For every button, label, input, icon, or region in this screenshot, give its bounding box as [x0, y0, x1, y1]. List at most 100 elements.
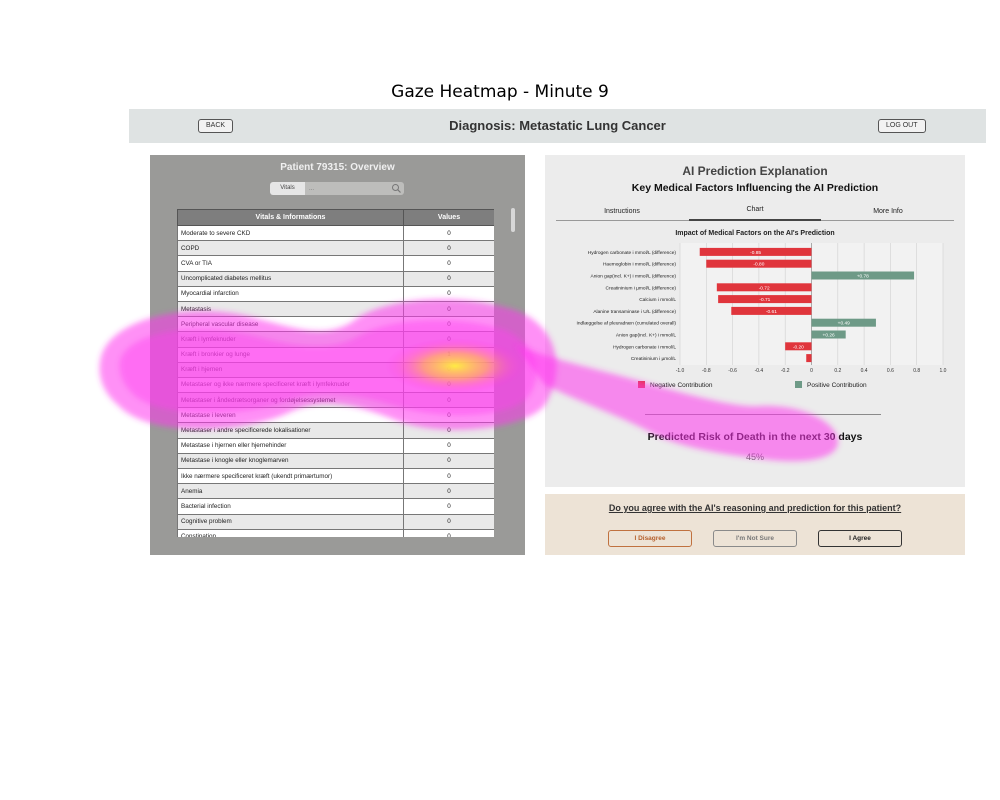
table-row: Uncomplicated diabetes mellitus 0 — [177, 270, 494, 287]
x-tick-label: -0.2 — [781, 368, 790, 374]
not-sure-button[interactable]: I'm Not Sure — [713, 530, 797, 547]
vital-value-cell: 1 — [403, 346, 494, 363]
table-row: Metastaser i andre specificerede lokalis… — [177, 422, 494, 439]
x-tick-label: 0.8 — [913, 368, 920, 374]
legend-swatch-negative — [638, 381, 645, 388]
category-label: Hydrogen carbonate i mmol/L — [613, 344, 676, 350]
ai-panel-subtitle: Key Medical Factors Influencing the AI P… — [631, 182, 879, 194]
data-label: -0.80 — [753, 262, 764, 268]
data-label: -0.61 — [766, 309, 777, 315]
x-tick-label: -1.0 — [676, 368, 685, 374]
category-label: Creatininium i µmol/L (difference) — [606, 285, 677, 291]
feedback-panel: Do you agree with the AI's reasoning and… — [545, 494, 965, 555]
vital-name-cell: Moderate to severe CKD — [177, 224, 404, 242]
vital-value-cell: 0 — [403, 422, 494, 439]
vital-name-cell: Cognitive problem — [177, 513, 404, 530]
x-tick-label: 0.6 — [887, 368, 894, 374]
category-label: Anion gap(incl. K+) i mmol/L (difference… — [591, 274, 677, 280]
vital-value-cell: 0 — [403, 528, 494, 537]
table-row: Metastase i hjernen eller hjernehinder 0 — [177, 437, 494, 454]
vital-name-cell: Metastaser i åndedrætsorganer og fordøje… — [177, 392, 404, 409]
vital-name-cell: Uncomplicated diabetes mellitus — [177, 270, 404, 287]
vital-name-cell: Kræft i bronkier og lunge — [177, 346, 404, 363]
chart-title: Impact of Medical Factors on the AI's Pr… — [675, 230, 834, 237]
table-row: Kræft i hjernen 0 — [177, 361, 494, 378]
table-row: Ikke nærmere specificeret kræft (ukendt … — [177, 467, 494, 485]
category-label: Creatininium i µmol/L — [631, 356, 676, 362]
vital-name-cell: Metastaser og ikke nærmere specificeret … — [177, 376, 404, 394]
vital-name-cell: Ikke nærmere specificeret kræft (ukendt … — [177, 467, 404, 485]
vital-value-cell: 0 — [403, 285, 494, 302]
column-header-values[interactable]: Values — [403, 209, 494, 226]
vital-name-cell: Peripheral vascular disease — [177, 316, 404, 333]
agree-button[interactable]: I Agree — [818, 530, 902, 547]
vital-value-cell: 0 — [403, 240, 494, 257]
vitals-table: Vitals & Informations Values Moderate to… — [177, 209, 494, 537]
header-bar: BACK Diagnosis: Metastatic Lung Cancer L… — [129, 109, 986, 143]
tab-chart[interactable]: Chart — [689, 206, 821, 221]
legend-swatch-positive — [795, 381, 802, 388]
column-header-vitals[interactable]: Vitals & Informations — [177, 209, 404, 226]
vital-name-cell: Myocardial infarction — [177, 285, 404, 302]
vital-value-cell: 0 — [403, 224, 494, 242]
vital-value-cell: 0 — [403, 498, 494, 515]
table-row: COPD 0 — [177, 240, 494, 257]
table-row: Myocardial infarction 0 — [177, 285, 494, 302]
vital-value-cell: 0 — [403, 255, 494, 272]
patient-overview-panel: Patient 79315: Overview Vitals Vitals & … — [150, 155, 525, 555]
table-row: Constipation 0 — [177, 528, 494, 537]
vital-value-cell: 0 — [403, 467, 494, 485]
category-label: Indlæggelse af pleuradræn (cumulated ove… — [577, 321, 677, 327]
search-icon[interactable] — [391, 183, 402, 194]
tab-more-info[interactable]: More Info — [822, 208, 954, 223]
vital-value-cell: 0 — [403, 437, 494, 454]
x-tick-label: 0.4 — [861, 368, 868, 374]
vital-name-cell: Anemia — [177, 483, 404, 500]
page-title: Diagnosis: Metastatic Lung Cancer — [449, 118, 666, 133]
logout-button[interactable]: LOG OUT — [878, 119, 926, 133]
vital-value-cell: 0 — [403, 452, 494, 470]
table-row: Bacterial infection 0 — [177, 498, 494, 515]
vital-value-cell: 0 — [403, 392, 494, 409]
data-label: +0.49 — [838, 321, 850, 327]
x-tick-label: 1.0 — [940, 368, 947, 374]
table-row: Cognitive problem 0 — [177, 513, 494, 530]
table-scrollbar[interactable] — [511, 208, 515, 232]
table-row: CVA or TIA 0 — [177, 255, 494, 272]
vitals-table-container: Vitals & Informations Values Moderate to… — [177, 209, 494, 537]
data-label: -0.72 — [759, 285, 770, 291]
disagree-button[interactable]: I Disagree — [608, 530, 692, 547]
search-category-tab[interactable]: Vitals — [270, 182, 305, 195]
vital-value-cell: 0 — [403, 376, 494, 394]
vital-name-cell: Constipation — [177, 528, 404, 537]
data-label: +0.26 — [823, 333, 835, 339]
vital-name-cell: Metastase i hjernen eller hjernehinder — [177, 437, 404, 454]
vital-value-cell: 0 — [403, 300, 494, 318]
vital-value-cell: 0 — [403, 270, 494, 287]
data-label: -0.20 — [793, 344, 804, 350]
category-label: Hydrogen carbonate i mmol/L (difference) — [588, 250, 677, 256]
patient-title: Patient 79315: Overview — [280, 162, 395, 173]
data-label: -0.85 — [750, 250, 761, 256]
table-row: Metastaser og ikke nærmere specificeret … — [177, 376, 494, 394]
x-tick-label: -0.8 — [702, 368, 711, 374]
vital-name-cell: Metastaser i andre specificerede lokalis… — [177, 422, 404, 439]
vital-name-cell: Kræft i lymfeknuder — [177, 331, 404, 348]
category-label: Haemoglobin i mmol/L (difference) — [603, 262, 676, 268]
vital-value-cell: 0 — [403, 361, 494, 378]
search-input[interactable] — [305, 182, 404, 195]
risk-value: 45% — [745, 452, 764, 462]
tab-instructions[interactable]: Instructions — [556, 208, 688, 223]
category-label: Calcium i mmol/L — [639, 297, 676, 303]
ai-explanation-panel: AI Prediction Explanation Key Medical Fa… — [545, 155, 965, 487]
table-row: Metastase i knogle eller knoglemarven 0 — [177, 452, 494, 470]
figure: Gaze Heatmap - Minute 9 BACK Diagnosis: … — [0, 0, 1000, 800]
category-label: Alanine transaminase i U/L (difference) — [593, 309, 676, 315]
table-row: Kræft i bronkier og lunge 1 — [177, 346, 494, 363]
vital-name-cell: Metastase i leveren — [177, 407, 404, 424]
table-row: Moderate to severe CKD 0 — [177, 224, 494, 242]
vital-name-cell: CVA or TIA — [177, 255, 404, 272]
x-tick-label: 0 — [810, 368, 813, 374]
data-label: +0.78 — [857, 274, 869, 280]
category-label: Anion gap(incl. K+) i mmol/L — [616, 333, 676, 339]
